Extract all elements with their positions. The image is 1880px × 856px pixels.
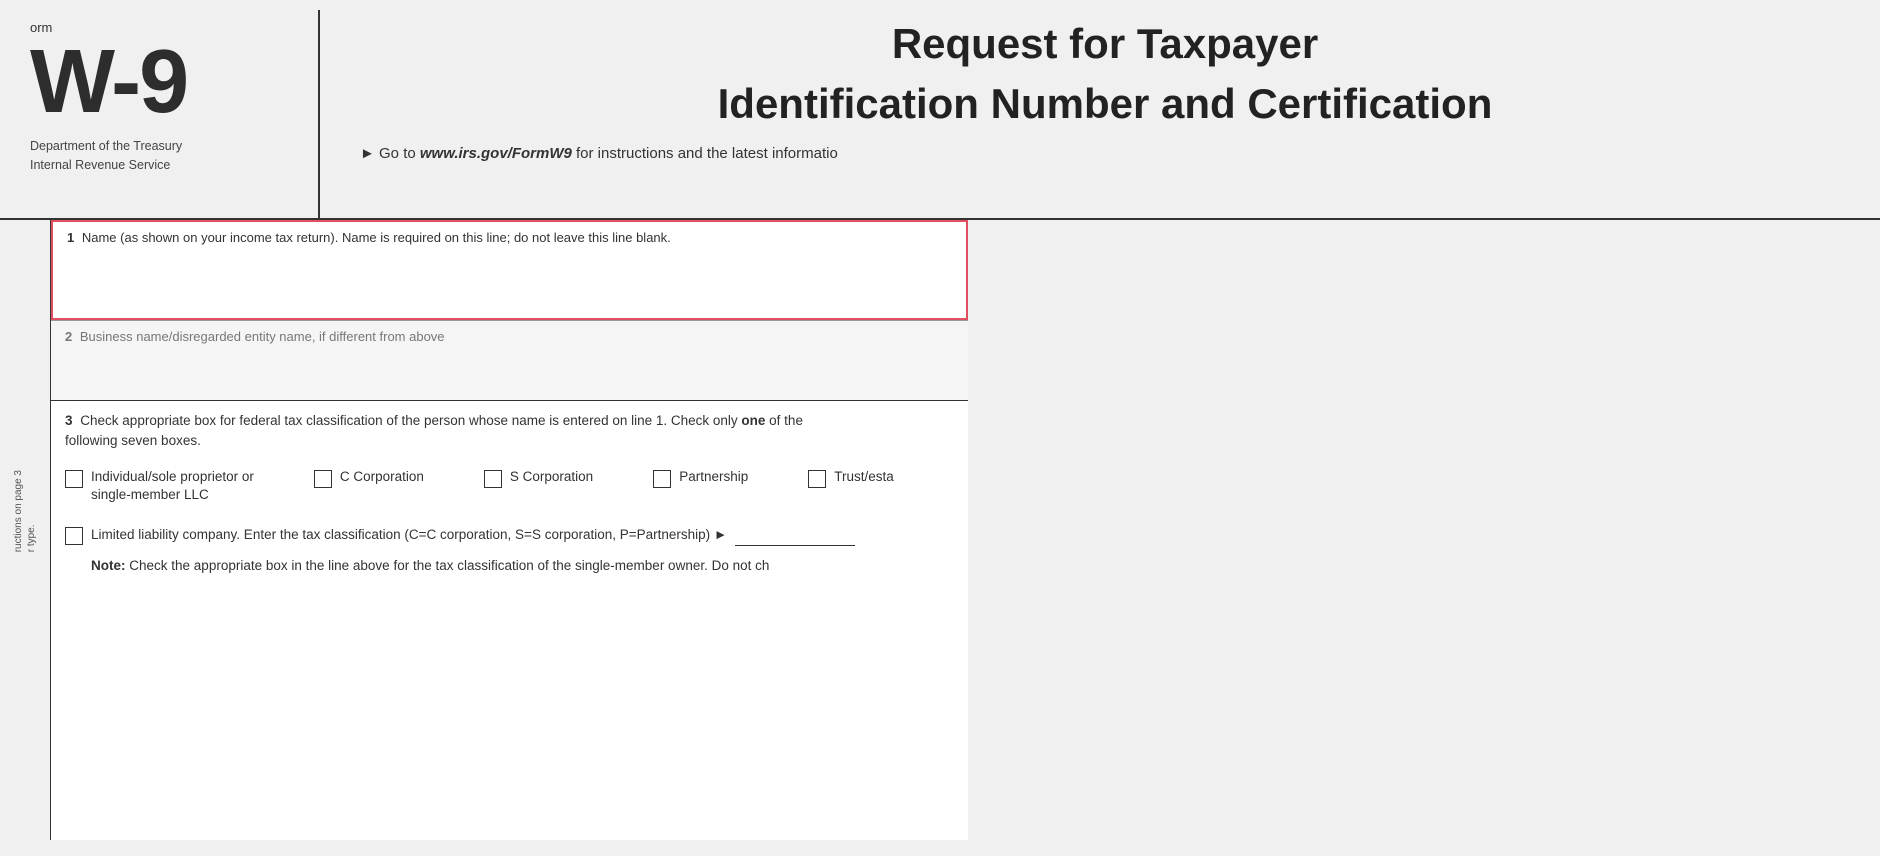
checkbox-trust: Trust/esta xyxy=(808,468,894,488)
field-1-text[interactable]: Name (as shown on your income tax return… xyxy=(82,230,671,245)
dept-line2: Internal Revenue Service xyxy=(30,156,182,175)
checkbox-trust-box[interactable] xyxy=(808,470,826,488)
irs-url: ► Go to www.irs.gov/FormW9 for instructi… xyxy=(360,145,1850,162)
side-label-text: ructions on page 3 r type. xyxy=(12,470,38,552)
field-1: 1 Name (as shown on your income tax retu… xyxy=(51,220,968,320)
field-3-number: 3 xyxy=(65,413,73,428)
llc-label: Limited liability company. Enter the tax… xyxy=(91,525,855,545)
checkbox-individual-box[interactable] xyxy=(65,470,83,488)
field-1-label: 1 Name (as shown on your income tax retu… xyxy=(67,230,952,245)
checkbox-trust-label: Trust/esta xyxy=(834,468,894,487)
header-right: Request for Taxpayer Identification Numb… xyxy=(320,10,1880,218)
checkbox-partnership-box[interactable] xyxy=(653,470,671,488)
checkbox-individual: Individual/sole proprietor or single-mem… xyxy=(65,468,254,506)
llc-row: Limited liability company. Enter the tax… xyxy=(65,525,954,545)
field-3: 3 Check appropriate box for federal tax … xyxy=(51,400,968,596)
checkboxes-row: Individual/sole proprietor or single-mem… xyxy=(65,468,954,506)
checkbox-s-corp-label: S Corporation xyxy=(510,468,593,487)
checkbox-s-corp-box[interactable] xyxy=(484,470,502,488)
field-3-header: 3 Check appropriate box for federal tax … xyxy=(65,411,954,452)
checkbox-llc-box[interactable] xyxy=(65,527,83,545)
form-number: W-9 xyxy=(30,37,187,127)
field-1-number: 1 xyxy=(67,230,74,245)
header-left: orm W-9 Department of the Treasury Inter… xyxy=(0,10,320,218)
form-title-line2: Identification Number and Certification xyxy=(360,80,1850,128)
dept-line1: Department of the Treasury xyxy=(30,137,182,156)
field-3-header-text: Check appropriate box for federal tax cl… xyxy=(65,413,803,448)
url-prefix: ► Go to xyxy=(360,145,420,162)
note-row: Note: Check the appropriate box in the l… xyxy=(65,556,954,576)
checkbox-c-corp: C Corporation xyxy=(314,468,424,488)
field-2: 2 Business name/disregarded entity name,… xyxy=(51,320,968,400)
url-text: www.irs.gov/FormW9 xyxy=(420,145,572,162)
field-2-text[interactable]: Business name/disregarded entity name, i… xyxy=(80,329,445,344)
checkbox-partnership: Partnership xyxy=(653,468,748,488)
field-2-number: 2 xyxy=(65,329,72,344)
form-header: orm W-9 Department of the Treasury Inter… xyxy=(0,0,1880,220)
url-suffix: for instructions and the latest informat… xyxy=(572,145,838,162)
form-body: 1 Name (as shown on your income tax retu… xyxy=(50,220,968,840)
checkbox-c-corp-label: C Corporation xyxy=(340,468,424,487)
dept-info: Department of the Treasury Internal Reve… xyxy=(30,137,182,175)
note-text: Check the appropriate box in the line ab… xyxy=(129,558,769,573)
field-2-label: 2 Business name/disregarded entity name,… xyxy=(65,329,954,344)
checkbox-partnership-label: Partnership xyxy=(679,468,748,487)
side-labels: ructions on page 3 r type. xyxy=(0,450,50,840)
form-title-line1: Request for Taxpayer xyxy=(360,20,1850,68)
checkbox-individual-label: Individual/sole proprietor or single-mem… xyxy=(91,468,254,506)
checkbox-s-corp: S Corporation xyxy=(484,468,593,488)
note-label: Note: xyxy=(91,558,126,573)
checkbox-c-corp-box[interactable] xyxy=(314,470,332,488)
llc-input-line[interactable] xyxy=(735,545,855,546)
